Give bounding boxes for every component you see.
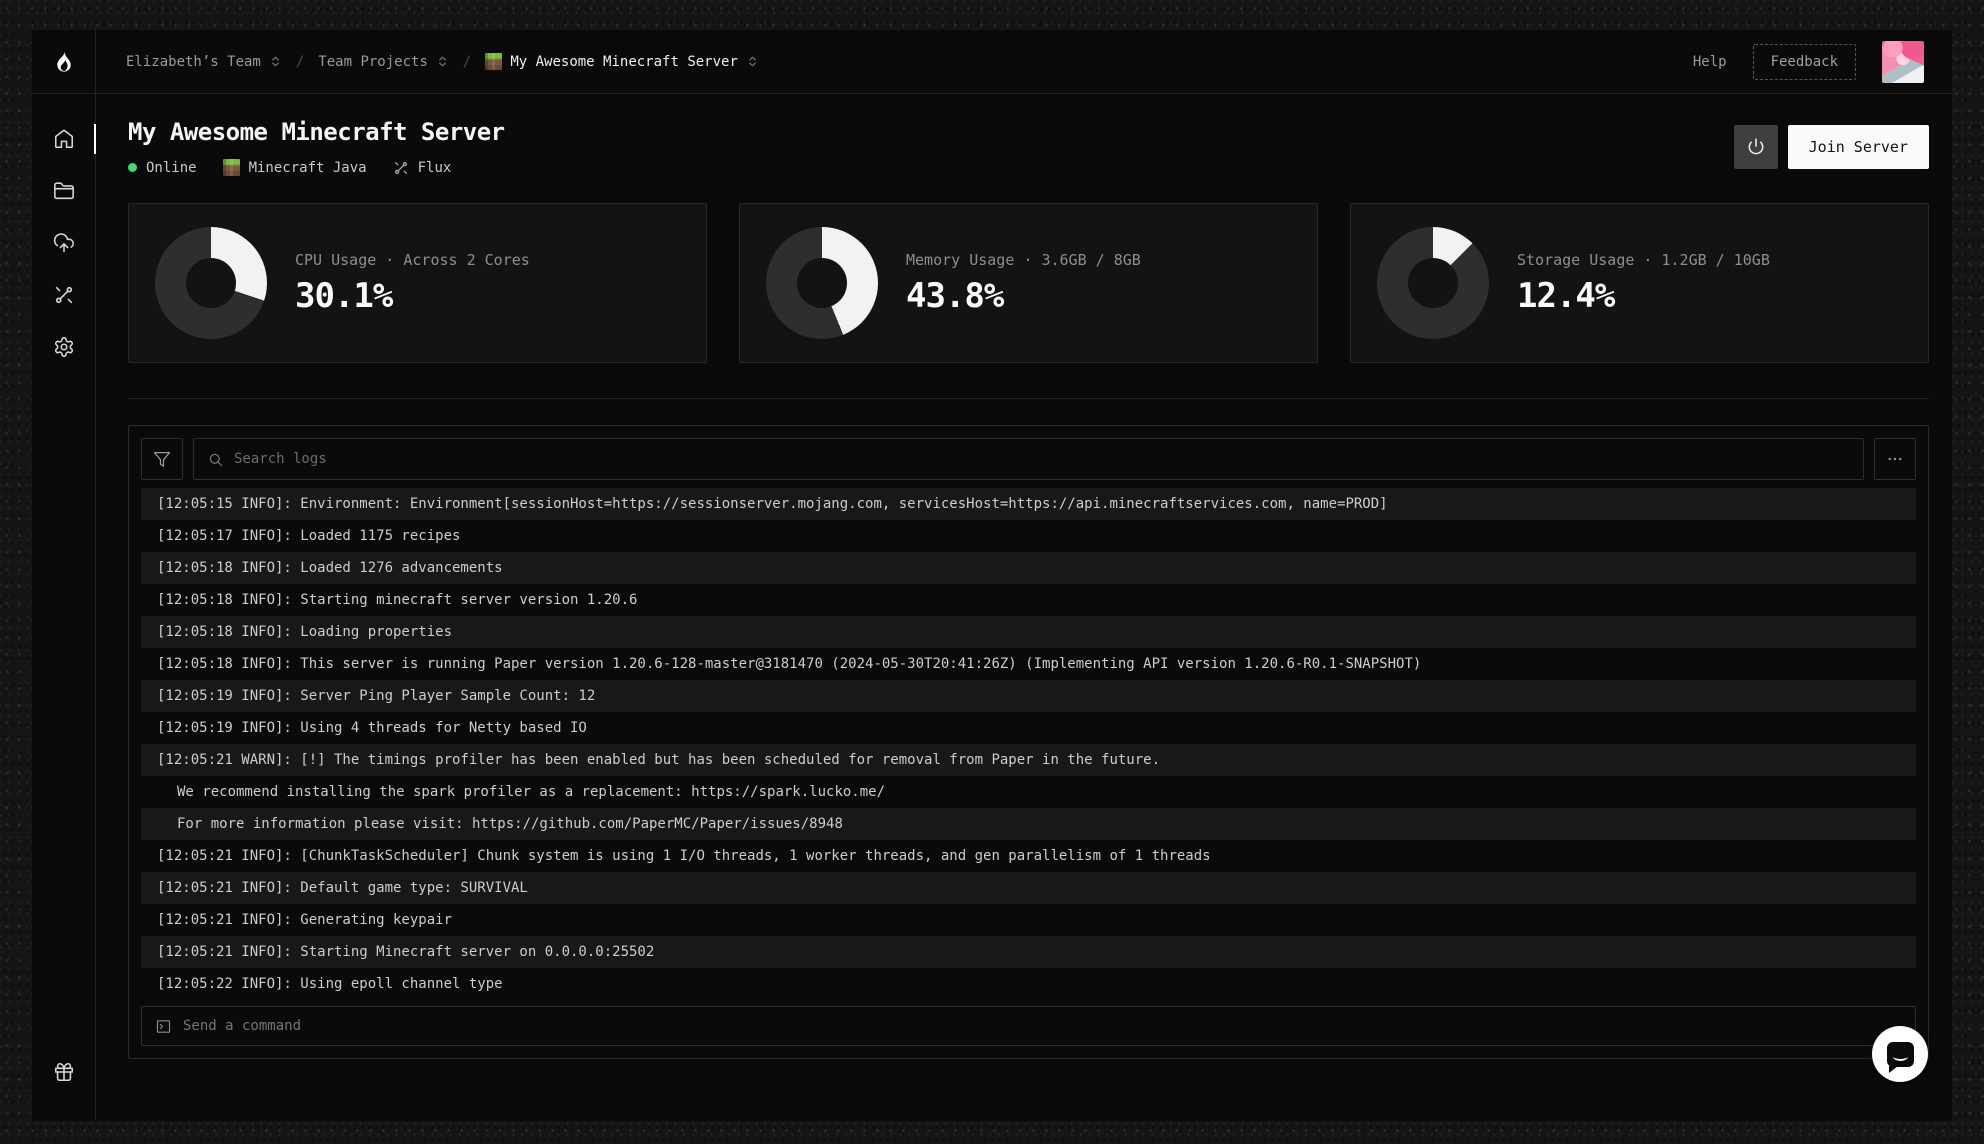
power-icon [1746, 137, 1766, 157]
log-row: [12:05:18 INFO]: Starting minecraft serv… [141, 584, 1916, 616]
terminal-icon [155, 1018, 172, 1035]
flame-icon [51, 49, 77, 75]
log-row: [12:05:15 INFO]: Environment: Environmen… [141, 488, 1916, 520]
storage-usage-card: Storage Usage · 1.2GB / 10GB 12.4% [1350, 203, 1929, 363]
ellipsis-icon [1886, 450, 1904, 468]
log-row: [12:05:21 INFO]: Starting Minecraft serv… [141, 936, 1916, 968]
storage-usage-value: 12.4% [1517, 276, 1770, 316]
cpu-usage-label: CPU Usage · Across 2 Cores [295, 251, 530, 269]
log-row: We recommend installing the spark profil… [141, 776, 1916, 808]
plan-label: Flux [418, 160, 452, 176]
chevron-up-down-icon [436, 55, 449, 68]
section-divider [128, 398, 1929, 399]
storage-usage-label: Storage Usage · 1.2GB / 10GB [1517, 251, 1770, 269]
log-row: [12:05:19 INFO]: Server Ping Player Samp… [141, 680, 1916, 712]
breadcrumb: Elizabeth’s Team / Team Projects / My Aw… [96, 30, 759, 93]
command-bar [141, 1006, 1916, 1046]
breadcrumb-team[interactable]: Elizabeth’s Team [126, 54, 282, 70]
breadcrumb-project-label: My Awesome Minecraft Server [510, 54, 738, 70]
command-input[interactable] [183, 1007, 1915, 1045]
log-row: [12:05:18 INFO]: Loaded 1276 advancement… [141, 552, 1916, 584]
status-label: Online [146, 160, 197, 176]
breadcrumb-section[interactable]: Team Projects [318, 54, 449, 70]
main-content: My Awesome Minecraft Server Online Minec… [96, 94, 1952, 1120]
chevron-up-down-icon [269, 55, 282, 68]
memory-usage-card: Memory Usage · 3.6GB / 8GB 43.8% [739, 203, 1318, 363]
app-window: Elizabeth’s Team / Team Projects / My Aw… [32, 30, 1952, 1121]
log-row: For more information please visit: https… [141, 808, 1916, 840]
filter-button[interactable] [141, 438, 183, 480]
breadcrumb-project[interactable]: My Awesome Minecraft Server [485, 53, 759, 70]
breadcrumb-separator: / [296, 54, 304, 70]
breadcrumb-separator: / [463, 54, 471, 70]
header-actions: Join Server [1734, 125, 1929, 169]
minecraft-grass-icon [223, 159, 240, 176]
folder-icon [53, 180, 75, 202]
log-search [193, 438, 1864, 480]
chat-bubble-icon [1887, 1042, 1914, 1067]
plan-badge: Flux [393, 160, 452, 176]
sidebar-item-files[interactable] [32, 165, 95, 217]
log-row: [12:05:21 INFO]: Default game type: SURV… [141, 872, 1916, 904]
log-row: [12:05:18 INFO]: Loading properties [141, 616, 1916, 648]
power-button[interactable] [1734, 125, 1778, 169]
more-options-button[interactable] [1874, 438, 1916, 480]
chat-widget-button[interactable] [1872, 1026, 1928, 1082]
gear-icon [53, 336, 75, 358]
memory-usage-label: Memory Usage · 3.6GB / 8GB [906, 251, 1141, 269]
server-badges: Online Minecraft Java Flux [128, 159, 505, 176]
log-row: [12:05:21 INFO]: Generating keypair [141, 904, 1916, 936]
platform-label: Minecraft Java [249, 160, 367, 176]
logs-panel: [12:05:15 INFO]: Environment: Environmen… [128, 425, 1929, 1059]
sidebar-item-settings[interactable] [32, 321, 95, 373]
sidebar-item-home[interactable] [32, 113, 95, 165]
avatar[interactable] [1882, 41, 1924, 83]
storage-donut-chart [1377, 227, 1489, 339]
split-network-icon [53, 284, 75, 306]
flux-icon [393, 160, 409, 176]
sidebar-item-deployments[interactable] [32, 217, 95, 269]
logs-toolbar [141, 438, 1916, 480]
top-nav: Elizabeth’s Team / Team Projects / My Aw… [32, 30, 1952, 94]
filter-funnel-icon [153, 450, 171, 468]
home-icon [53, 128, 75, 150]
chevron-up-down-icon [746, 55, 759, 68]
cpu-usage-value: 30.1% [295, 276, 530, 316]
cpu-donut-chart [155, 227, 267, 339]
platform-badge: Minecraft Java [223, 159, 367, 176]
sidebar [32, 94, 96, 1120]
search-icon [207, 451, 224, 468]
page-title: My Awesome Minecraft Server [128, 118, 505, 146]
log-row: [12:05:19 INFO]: Using 4 threads for Net… [141, 712, 1916, 744]
nav-actions: Help Feedback [1693, 30, 1952, 93]
log-row: [12:05:21 WARN]: [!] The timings profile… [141, 744, 1916, 776]
online-dot-icon [128, 163, 137, 172]
memory-usage-value: 43.8% [906, 276, 1141, 316]
status-badge: Online [128, 160, 197, 176]
stat-cards: CPU Usage · Across 2 Cores 30.1% Memory … [128, 203, 1929, 363]
memory-donut-chart [766, 227, 878, 339]
cpu-usage-card: CPU Usage · Across 2 Cores 30.1% [128, 203, 707, 363]
log-row: [12:05:22 INFO]: Using epoll channel typ… [141, 968, 1916, 996]
log-search-input[interactable] [234, 439, 1863, 479]
gift-icon [53, 1061, 75, 1083]
feedback-button[interactable]: Feedback [1753, 44, 1856, 80]
log-list: [12:05:15 INFO]: Environment: Environmen… [141, 488, 1916, 996]
breadcrumb-team-label: Elizabeth’s Team [126, 54, 261, 70]
sidebar-item-rewards[interactable] [32, 1046, 95, 1098]
breadcrumb-section-label: Team Projects [318, 54, 428, 70]
log-row: [12:05:17 INFO]: Loaded 1175 recipes [141, 520, 1916, 552]
log-row: [12:05:21 INFO]: [ChunkTaskScheduler] Ch… [141, 840, 1916, 872]
cloud-upload-icon [53, 232, 75, 254]
join-server-button[interactable]: Join Server [1788, 125, 1929, 169]
sidebar-item-network[interactable] [32, 269, 95, 321]
app-logo[interactable] [32, 30, 96, 93]
server-header: My Awesome Minecraft Server Online Minec… [128, 94, 1929, 176]
help-link[interactable]: Help [1693, 54, 1727, 70]
log-row: [12:05:18 INFO]: This server is running … [141, 648, 1916, 680]
minecraft-grass-icon [485, 53, 502, 70]
